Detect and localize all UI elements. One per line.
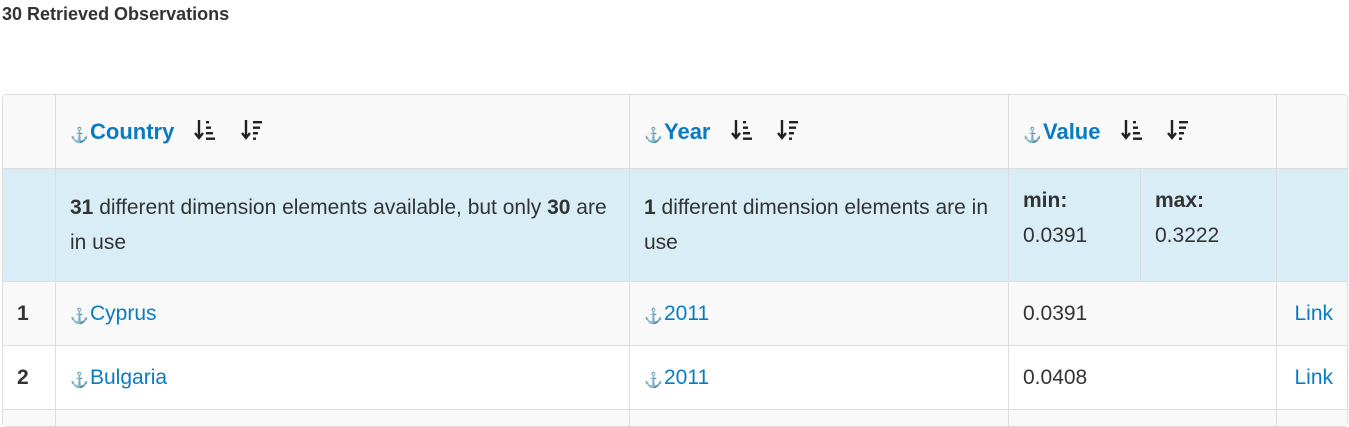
year-summary-text: different dimension elements are in use — [644, 196, 988, 254]
observation-link[interactable]: Link — [1294, 302, 1333, 325]
anchor-icon[interactable]: ⚓ — [644, 307, 663, 325]
value-column-link[interactable]: Value — [1043, 119, 1100, 144]
anchor-icon[interactable]: ⚓ — [644, 126, 663, 144]
country-column-link[interactable]: Country — [90, 119, 174, 144]
year-count: 1 — [644, 196, 656, 219]
country-count: 31 — [70, 196, 94, 219]
anchor-icon[interactable]: ⚓ — [1023, 126, 1042, 144]
min-value: 0.0391 — [1023, 224, 1088, 247]
country-link[interactable]: Bulgaria — [90, 366, 167, 389]
table-row — [3, 410, 1348, 426]
country-column-header: ⚓Country — [56, 95, 630, 169]
value-max: max: 0.3222 — [1141, 169, 1278, 282]
anchor-icon[interactable]: ⚓ — [70, 307, 89, 325]
summary-row: 31 different dimension elements availabl… — [3, 169, 1348, 282]
table-row: 1 ⚓Cyprus ⚓2011 0.0391 Link — [3, 282, 1348, 346]
sort-ascending-icon[interactable] — [1120, 118, 1143, 142]
country-cell: ⚓Bulgaria — [56, 346, 630, 410]
value-column-header: ⚓Value — [1009, 95, 1278, 169]
year-cell — [630, 410, 1009, 426]
summary-row-number — [3, 169, 56, 282]
anchor-icon[interactable]: ⚓ — [644, 371, 663, 389]
sort-descending-icon[interactable] — [776, 118, 799, 142]
value-cell — [1009, 410, 1278, 426]
sort-descending-icon[interactable] — [1166, 118, 1189, 142]
country-summary-text-a: different dimension elements available, … — [99, 196, 542, 219]
link-cell: Link — [1277, 346, 1348, 410]
year-link[interactable]: 2011 — [664, 302, 709, 325]
link-cell: Link — [1277, 282, 1348, 346]
sort-descending-icon[interactable] — [240, 118, 263, 142]
anchor-icon[interactable]: ⚓ — [70, 371, 89, 389]
year-summary: 1 different dimension elements are in us… — [630, 169, 1009, 282]
row-number-header — [3, 95, 56, 169]
observations-table: ⚓Country ⚓Year ⚓Value 31 different dimen… — [2, 94, 1349, 427]
country-summary: 31 different dimension elements availabl… — [56, 169, 630, 282]
row-number: 1 — [3, 282, 56, 346]
value-min: min: 0.0391 — [1009, 169, 1141, 282]
row-number: 2 — [3, 346, 56, 410]
year-link[interactable]: 2011 — [664, 366, 709, 389]
country-cell: ⚓Cyprus — [56, 282, 630, 346]
country-cell — [56, 410, 630, 426]
value-cell: 0.0391 — [1009, 282, 1278, 346]
year-cell: ⚓2011 — [630, 346, 1009, 410]
anchor-icon[interactable]: ⚓ — [70, 126, 89, 144]
table-header-row: ⚓Country ⚓Year ⚓Value — [3, 95, 1348, 169]
value-cell: 0.0408 — [1009, 346, 1278, 410]
table-row: 2 ⚓Bulgaria ⚓2011 0.0408 Link — [3, 346, 1348, 410]
link-column-header — [1277, 95, 1348, 169]
min-label: min: — [1023, 189, 1068, 212]
year-column-link[interactable]: Year — [664, 119, 711, 144]
sort-ascending-icon[interactable] — [194, 118, 216, 142]
country-link[interactable]: Cyprus — [90, 302, 157, 325]
max-label: max: — [1155, 189, 1205, 212]
observation-link[interactable]: Link — [1294, 366, 1333, 389]
max-value: 0.3222 — [1155, 224, 1220, 247]
link-cell — [1277, 410, 1348, 426]
year-column-header: ⚓Year — [630, 95, 1009, 169]
sort-ascending-icon[interactable] — [730, 118, 753, 142]
year-cell: ⚓2011 — [630, 282, 1009, 346]
summary-link-cell — [1277, 169, 1348, 282]
page-title: 30 Retrieved Observations — [2, 4, 230, 24]
country-inuse-count: 30 — [547, 196, 571, 219]
row-number — [3, 410, 56, 426]
